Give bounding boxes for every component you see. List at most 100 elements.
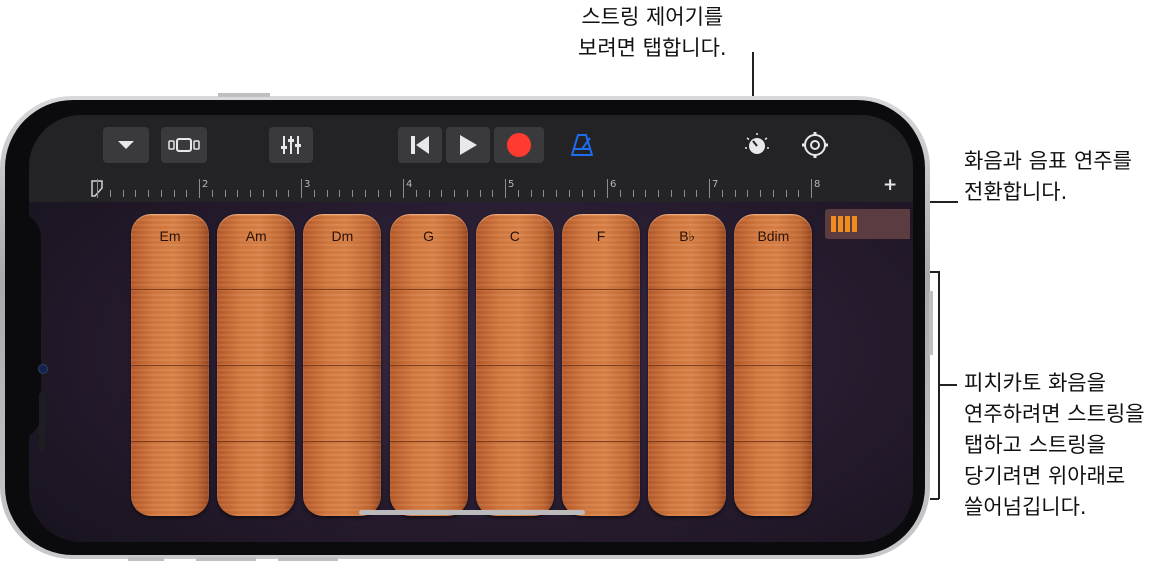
string-zone-divider	[475, 289, 554, 290]
ruler-beat-tick	[441, 190, 443, 197]
ruler-bar-tick	[709, 179, 710, 198]
ruler-beat-tick	[415, 190, 417, 197]
metronome-icon	[571, 134, 593, 156]
callout-controls: 스트링 제어기를 보려면 탭합니다.	[578, 5, 727, 60]
ruler-beat-tick	[454, 190, 455, 197]
chord-label: Dm	[331, 228, 354, 244]
ruler-beat-tick	[364, 190, 366, 197]
ruler-beat-tick	[568, 190, 570, 197]
ruler-beat-tick	[479, 190, 481, 197]
string-zone-divider	[562, 365, 640, 366]
ruler-bar-number: 4	[406, 179, 413, 190]
ruler-beat-tick	[670, 190, 672, 197]
controls-button[interactable]	[739, 127, 775, 163]
mixer-button[interactable]	[269, 127, 313, 163]
screen: 2 3 4 5 6 7 8 + Em Am Dm G C F B♭ Bdim	[29, 115, 913, 542]
chords-notes-toggle[interactable]	[825, 209, 910, 239]
chord-label: G	[423, 228, 435, 244]
string-zone-divider	[648, 365, 727, 366]
ruler-beat-tick	[772, 190, 774, 197]
ruler-beat-tick	[492, 190, 494, 197]
ruler-beat-tick	[645, 190, 647, 197]
ruler-beat-tick	[760, 190, 761, 197]
ruler[interactable]: 2 3 4 5 6 7 8 +	[29, 175, 913, 202]
ruler-bar-tick	[97, 179, 98, 198]
go-to-beginning-button[interactable]	[398, 127, 442, 163]
ruler-bar-number: 5	[508, 179, 515, 190]
ruler-bar-number: 3	[304, 179, 311, 190]
ruler-beat-tick	[619, 190, 621, 197]
string-zone-divider	[217, 365, 296, 366]
ruler-beat-tick	[798, 190, 800, 197]
string-zone-divider	[303, 289, 382, 290]
ruler-beat-tick	[721, 190, 723, 197]
ruler-beat-tick	[173, 190, 175, 197]
string-zone-divider	[648, 289, 727, 290]
chord-label: C	[509, 228, 520, 244]
chord-label: Am	[245, 228, 267, 244]
rewind-icon	[411, 136, 429, 154]
string-zone-divider	[475, 441, 554, 442]
browser-menu-button[interactable]	[103, 127, 149, 163]
metronome-button[interactable]	[564, 127, 600, 163]
string-zone-divider	[303, 441, 382, 442]
ruler-bar-tick	[301, 179, 302, 198]
chord-label: Em	[159, 228, 181, 244]
settings-icon	[802, 132, 828, 158]
ruler-beat-tick	[275, 190, 277, 197]
ruler-beat-tick	[785, 190, 787, 197]
string-zone-divider	[475, 365, 554, 366]
string-zone-divider	[389, 365, 468, 366]
ruler-bar-tick	[505, 179, 506, 198]
ruler-beat-tick	[288, 190, 290, 197]
ruler-bar-tick	[199, 179, 200, 198]
chord-strip[interactable]: F	[562, 214, 640, 516]
browser-button[interactable]	[161, 127, 207, 163]
ruler-bar-number: 2	[202, 179, 209, 190]
chord-strip[interactable]: Dm	[303, 214, 382, 516]
string-zone-divider	[131, 289, 209, 290]
chord-strip[interactable]: B♭	[648, 214, 727, 516]
ruler-bar-number: 6	[610, 179, 617, 190]
chord-strip[interactable]: G	[389, 214, 468, 516]
speaker-grille	[39, 392, 45, 452]
chord-strip[interactable]: Am	[217, 214, 296, 516]
record-button[interactable]	[494, 127, 544, 163]
controls-knob-icon	[745, 133, 769, 154]
chord-strip[interactable]: Em	[131, 214, 209, 516]
add-section-button[interactable]: +	[883, 175, 897, 195]
side-button	[128, 557, 164, 561]
chevron-down-icon	[118, 141, 134, 149]
play-button[interactable]	[446, 127, 490, 163]
string-zone-divider	[734, 289, 813, 290]
chord-strip[interactable]: Bdim	[734, 214, 813, 516]
ruler-beat-tick	[237, 190, 239, 197]
leader-line-pizzicato	[939, 384, 957, 386]
phone-bezel: 2 3 4 5 6 7 8 + Em Am Dm G C F B♭ Bdim	[5, 100, 925, 555]
ruler-bar-tick	[811, 179, 812, 198]
side-button	[278, 557, 338, 561]
browser-icon	[168, 138, 200, 152]
ruler-beat-tick	[530, 190, 532, 197]
ruler-beat-tick	[696, 190, 698, 197]
settings-button[interactable]	[797, 127, 833, 163]
string-zone-divider	[734, 441, 813, 442]
ruler-beat-tick	[556, 190, 557, 197]
ruler-beat-tick	[160, 190, 162, 197]
string-zone-divider	[389, 289, 468, 290]
strings-icon	[831, 216, 857, 232]
ruler-beat-tick	[262, 190, 264, 197]
string-zone-divider	[131, 365, 209, 366]
string-zone-divider	[217, 441, 296, 442]
string-zone-divider	[734, 365, 813, 366]
ruler-beat-tick	[632, 190, 634, 197]
control-bar	[29, 115, 913, 176]
string-zone-divider	[648, 441, 727, 442]
ruler-beat-tick	[543, 190, 545, 197]
mixer-icon	[281, 136, 301, 154]
ruler-bar-tick	[607, 179, 608, 198]
chord-strip[interactable]: C	[475, 214, 554, 516]
ruler-bar-tick	[403, 179, 404, 198]
ruler-beat-tick	[581, 190, 583, 197]
power-button	[929, 291, 933, 355]
